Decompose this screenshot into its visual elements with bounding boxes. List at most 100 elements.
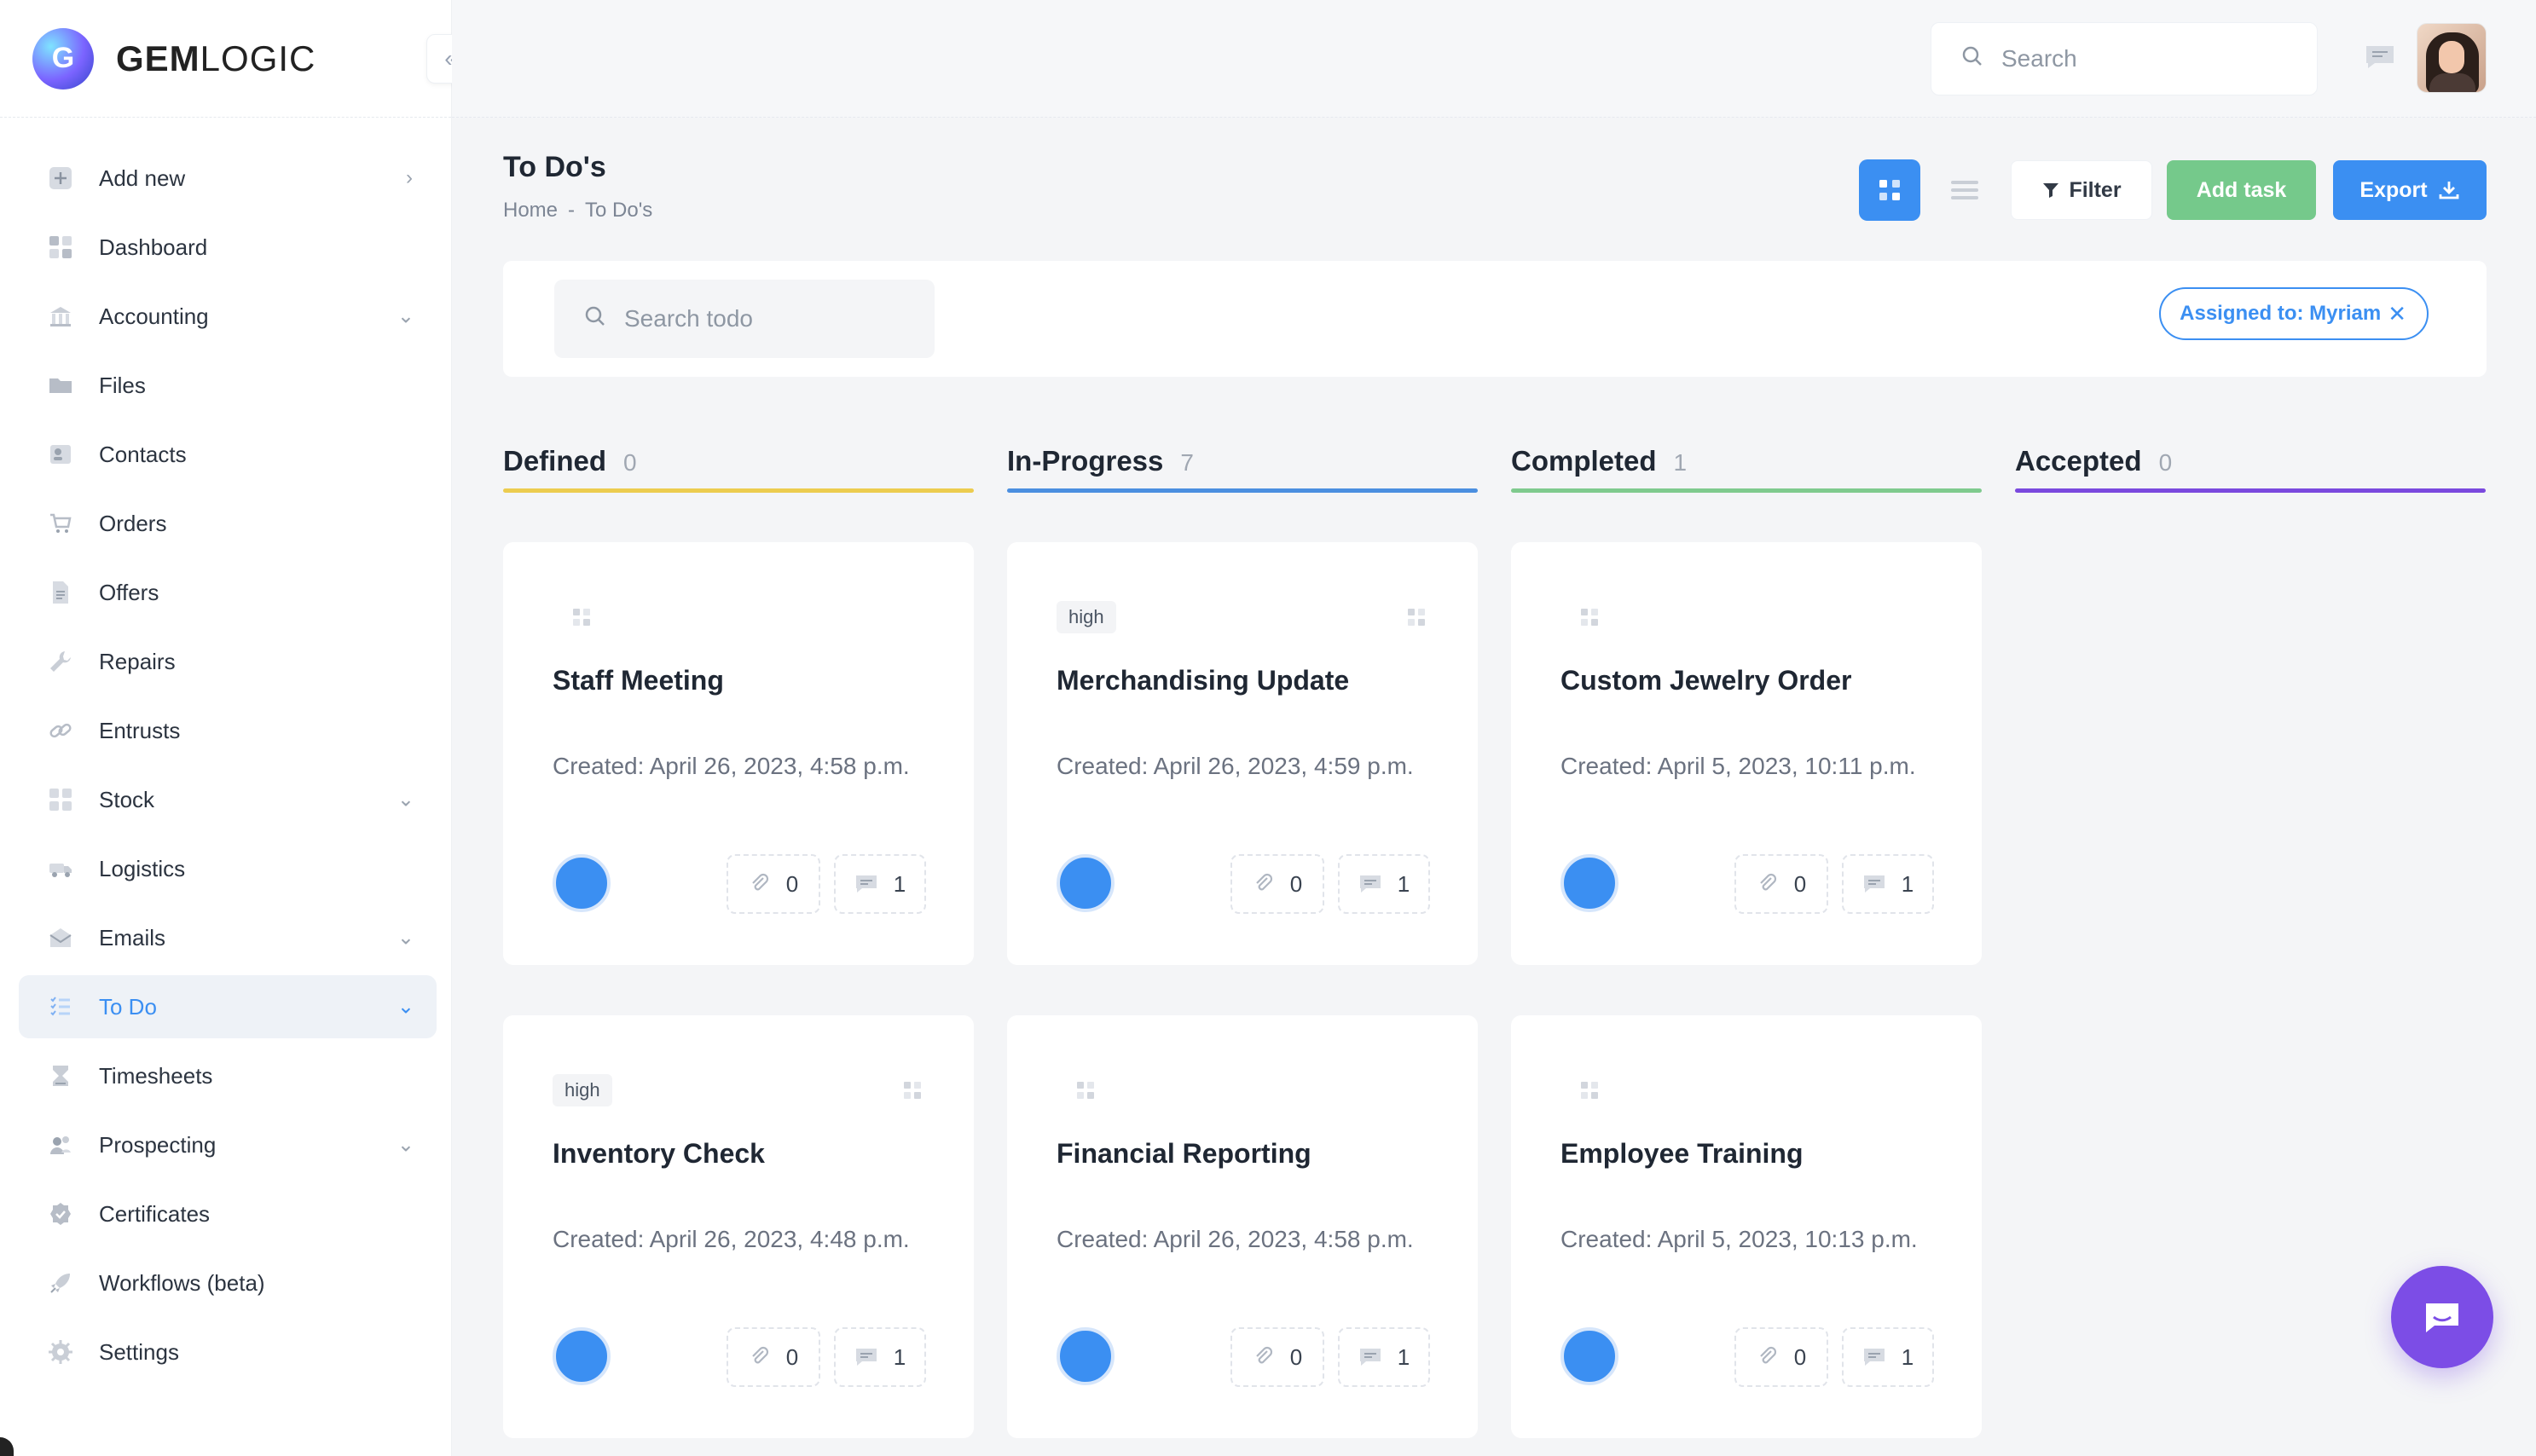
priority-badge: high <box>553 1074 612 1106</box>
assignee-avatar[interactable] <box>1057 1327 1115 1385</box>
sidebar-item-repairs[interactable]: Repairs <box>19 630 437 693</box>
attachments-counter[interactable]: 0 <box>727 1327 820 1387</box>
comments-counter[interactable]: 1 <box>834 1327 926 1387</box>
task-card[interactable]: Staff Meeting Created: April 26, 2023, 4… <box>503 542 974 965</box>
task-created-date: Created: April 26, 2023, 4:59 p.m. <box>1057 753 1414 779</box>
sidebar-item-to-do[interactable]: To Do ⌄ <box>19 975 437 1038</box>
cart-icon <box>48 511 73 536</box>
task-card[interactable]: high Merchandising Update Created: April… <box>1007 542 1478 965</box>
comments-counter[interactable]: 1 <box>834 854 926 914</box>
task-title: Merchandising Update <box>1057 665 1350 696</box>
people-icon <box>48 1132 73 1158</box>
global-search-input[interactable]: Search <box>1931 22 2318 95</box>
topbar: Search <box>452 0 2536 118</box>
comments-counter[interactable]: 1 <box>1338 1327 1430 1387</box>
list-icon <box>1951 181 1978 199</box>
folder-icon <box>48 373 73 398</box>
drag-handle-icon[interactable] <box>571 607 593 629</box>
assignee-avatar[interactable] <box>553 1327 611 1385</box>
task-created-date: Created: April 26, 2023, 4:58 p.m. <box>553 753 910 779</box>
messages-icon[interactable] <box>2365 44 2395 70</box>
task-created-date: Created: April 26, 2023, 4:58 p.m. <box>1057 1226 1414 1252</box>
sidebar-item-workflows-beta[interactable]: Workflows (beta) <box>19 1251 437 1314</box>
task-card[interactable]: Custom Jewelry Order Created: April 5, 2… <box>1511 542 1982 965</box>
drag-handle-icon[interactable] <box>1579 1080 1601 1102</box>
task-card[interactable]: Financial Reporting Created: April 26, 2… <box>1007 1015 1478 1438</box>
attachments-counter[interactable]: 0 <box>1230 1327 1324 1387</box>
paperclip-icon <box>751 873 768 891</box>
bank-icon <box>48 303 73 329</box>
contact-card-icon <box>48 442 73 467</box>
boxes-icon <box>48 787 73 812</box>
column-underline <box>503 488 974 493</box>
column-defined: Defined 0 <box>503 445 974 493</box>
task-title: Financial Reporting <box>1057 1138 1311 1169</box>
assignee-avatar[interactable] <box>1560 1327 1618 1385</box>
add-task-button[interactable]: Add task <box>2167 160 2316 220</box>
assignee-avatar[interactable] <box>553 854 611 912</box>
task-card[interactable]: Employee Training Created: April 5, 2023… <box>1511 1015 1982 1438</box>
chat-bubble-icon <box>2426 1303 2458 1332</box>
sidebar-item-files[interactable]: Files <box>19 354 437 417</box>
filter-button[interactable]: Filter <box>2011 160 2152 220</box>
attachments-counter[interactable]: 0 <box>1230 854 1324 914</box>
sidebar-item-add-new[interactable]: Add new › <box>19 147 437 210</box>
assignee-avatar[interactable] <box>1057 854 1115 912</box>
drag-handle-icon[interactable] <box>1406 607 1428 629</box>
attachments-counter[interactable]: 0 <box>1734 854 1828 914</box>
paperclip-icon <box>1255 1346 1272 1364</box>
task-created-date: Created: April 26, 2023, 4:48 p.m. <box>553 1226 910 1252</box>
sidebar-item-prospecting[interactable]: Prospecting ⌄ <box>19 1113 437 1176</box>
chevron-down-icon: ⌄ <box>397 926 414 950</box>
sidebar-item-accounting[interactable]: Accounting ⌄ <box>19 285 437 348</box>
list-view-button[interactable] <box>1934 159 1995 221</box>
sidebar-item-settings[interactable]: Settings <box>19 1320 437 1384</box>
chevron-down-icon: ⌄ <box>397 995 414 1019</box>
todo-filter-panel: Search todo Assigned to: Myriam ✕ <box>503 261 2487 377</box>
drag-handle-icon[interactable] <box>1075 1080 1097 1102</box>
sidebar-item-orders[interactable]: Orders <box>19 492 437 555</box>
task-card[interactable]: high Inventory Check Created: April 26, … <box>503 1015 974 1438</box>
drag-handle-icon[interactable] <box>902 1080 924 1102</box>
column-count: 7 <box>1180 449 1194 476</box>
sidebar-item-timesheets[interactable]: Timesheets <box>19 1044 437 1107</box>
chevron-down-icon: ⌄ <box>397 304 414 328</box>
chat-launcher-button[interactable] <box>2391 1266 2493 1368</box>
assigned-filter-chip[interactable]: Assigned to: Myriam ✕ <box>2159 287 2429 340</box>
search-icon <box>1960 44 1984 74</box>
attachments-counter[interactable]: 0 <box>727 854 820 914</box>
close-icon[interactable]: ✕ <box>2388 301 2406 327</box>
column-count: 0 <box>623 449 637 476</box>
breadcrumb-home-link[interactable]: Home <box>503 199 558 222</box>
download-icon <box>2439 182 2458 199</box>
grid-view-button[interactable] <box>1859 159 1920 221</box>
funnel-icon <box>2043 183 2059 198</box>
sidebar-item-offers[interactable]: Offers <box>19 561 437 624</box>
task-title: Custom Jewelry Order <box>1560 665 1852 696</box>
comment-icon <box>1863 1349 1885 1366</box>
sidebar-item-certificates[interactable]: Certificates <box>19 1182 437 1245</box>
column-count: 0 <box>2158 449 2173 476</box>
brand: G GEMLOGIC <box>0 0 451 118</box>
drag-handle-icon[interactable] <box>1579 607 1601 629</box>
sidebar-item-emails[interactable]: Emails ⌄ <box>19 906 437 969</box>
rocket-icon <box>48 1270 73 1296</box>
todo-search-input[interactable]: Search todo <box>554 280 935 358</box>
breadcrumb-current: To Do's <box>585 199 653 222</box>
attachments-counter[interactable]: 0 <box>1734 1327 1828 1387</box>
sidebar-item-dashboard[interactable]: Dashboard <box>19 216 437 279</box>
export-button[interactable]: Export <box>2333 160 2487 220</box>
gemlogic-logo[interactable]: G <box>32 27 94 90</box>
task-title: Employee Training <box>1560 1138 1804 1169</box>
comments-counter[interactable]: 1 <box>1842 854 1934 914</box>
sidebar-item-entrusts[interactable]: Entrusts <box>19 699 437 762</box>
assignee-avatar[interactable] <box>1560 854 1618 912</box>
sidebar-item-logistics[interactable]: Logistics <box>19 837 437 900</box>
sidebar-item-stock[interactable]: Stock ⌄ <box>19 768 437 831</box>
comments-counter[interactable]: 1 <box>1842 1327 1934 1387</box>
paperclip-icon <box>1759 1346 1776 1364</box>
column-underline <box>1511 488 1982 493</box>
sidebar-item-contacts[interactable]: Contacts <box>19 423 437 486</box>
user-avatar[interactable] <box>2417 23 2487 93</box>
comments-counter[interactable]: 1 <box>1338 854 1430 914</box>
